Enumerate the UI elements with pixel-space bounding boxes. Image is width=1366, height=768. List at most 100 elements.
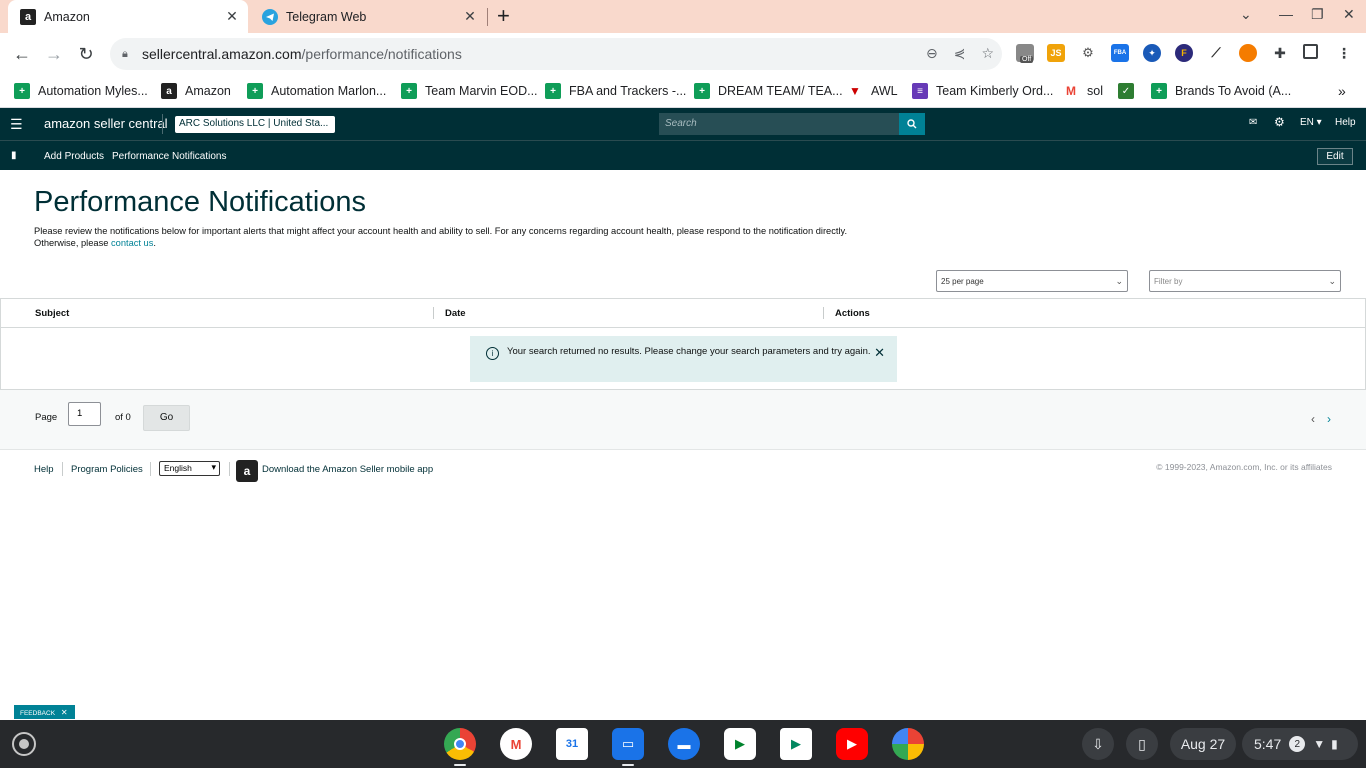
contact-us-link[interactable]: contact us [111,238,153,248]
bookmark-item[interactable]: + Brands To Avoid (A... [1151,81,1291,101]
extensions-puzzle-icon[interactable]: ✚ [1271,44,1289,62]
messages-app-icon[interactable]: ▬ [668,728,700,760]
forms-icon: ≡ [912,83,928,99]
sheets-icon: + [545,83,561,99]
clock: 5:47 [1254,736,1282,752]
column-date[interactable]: Date [445,308,466,319]
play-store-app-icon[interactable]: ▶ [780,728,812,760]
photos-app-icon[interactable] [892,728,924,760]
extension-icon[interactable]: ⟋ [1207,44,1225,62]
extension-icon[interactable] [1239,44,1257,62]
language-selector[interactable]: EN ▾ [1300,117,1322,128]
filter-select[interactable]: Filter by ⌄ [1149,270,1341,292]
bookmark-item[interactable]: Msol [1063,81,1103,101]
search-input[interactable]: Search [659,113,899,135]
address-bar[interactable]: 🔒︎ sellercentral.amazon.com/performance/… [110,38,1002,70]
seller-central-logo[interactable]: amazon seller central [44,116,168,131]
back-icon[interactable]: ← [10,42,34,66]
js-extension-icon[interactable]: JS [1047,44,1065,62]
bookmark-star-icon[interactable]: ☆ [981,45,994,62]
no-results-alert: i Your search returned no results. Pleas… [470,336,897,382]
footer-language-select[interactable]: English ▾ [159,461,220,476]
side-panel-icon[interactable] [1303,44,1318,59]
extension-icon[interactable]: F [1175,44,1193,62]
footer-help-link[interactable]: Help [34,464,54,475]
youtube-app-icon[interactable]: ▶ [836,728,868,760]
chrome-app-icon[interactable] [444,728,476,760]
menu-kebab-icon[interactable]: ⋮ [1335,44,1353,62]
go-button[interactable]: Go [143,405,190,431]
zoom-icon[interactable]: ⊖ [926,45,938,62]
fba-extension-icon[interactable]: FBA [1111,44,1129,62]
share-icon[interactable]: ⋞ [954,45,966,62]
minimize-icon[interactable]: — [1279,6,1293,22]
calendar-app-icon[interactable]: 31 [556,728,588,760]
bookmark-item[interactable]: + DREAM TEAM/ TEA... [694,81,843,101]
browser-tab-strip: a Amazon ✕ Telegram Web ✕ + ⌄ — ❐ ✕ [0,0,1366,33]
extension-icon[interactable]: ✦ [1143,44,1161,62]
bookmark-item[interactable]: ✓ [1118,81,1142,101]
holding-space-icon[interactable]: ⇩ [1082,728,1114,760]
mail-icon[interactable]: ✉ [1249,117,1257,128]
phone-hub-icon[interactable]: ▯ [1126,728,1158,760]
bookmark-item[interactable]: a Amazon [161,81,231,101]
tab-amazon[interactable]: a Amazon ✕ [8,0,248,33]
bookmark-item[interactable]: + Team Marvin EOD... [401,81,538,101]
wifi-icon: ▼ [1313,737,1326,751]
bookmark-item[interactable]: ▼ AWL [847,81,898,101]
sheets-icon: + [247,83,263,99]
reload-icon[interactable]: ↻ [74,42,98,66]
launcher-icon[interactable] [12,732,36,756]
settings-gear-icon[interactable]: ⚙ [1274,115,1285,129]
page-number-input[interactable]: 1 [68,402,101,426]
extension-icon[interactable]: ⚙ [1079,44,1097,62]
tab-title: Telegram Web [286,9,367,24]
bookmark-item[interactable]: + Automation Marlon... [247,81,386,101]
bookmark-item[interactable]: ≡ Team Kimberly Ord... [912,81,1053,101]
close-icon[interactable]: ✕ [61,708,68,717]
gmail-app-icon[interactable]: M [500,728,532,760]
close-tab-icon[interactable]: ✕ [460,8,480,25]
gmail-icon: M [1066,84,1076,98]
hamburger-menu-icon[interactable]: ☰ [10,116,23,133]
divider [229,462,230,476]
extension-bookmark-icon: ✓ [1118,83,1134,99]
tab-search-chevron-icon[interactable]: ⌄ [1240,6,1252,23]
previous-page-icon[interactable]: ‹ [1311,412,1315,426]
edit-button[interactable]: Edit [1317,148,1353,165]
column-subject[interactable]: Subject [35,308,69,319]
more-bookmarks-icon[interactable]: » [1338,81,1346,101]
download-app-link[interactable]: Download the Amazon Seller mobile app [262,464,433,475]
meet-app-icon[interactable]: ▶ [724,728,756,760]
new-tab-icon[interactable]: + [497,4,510,28]
files-app-icon[interactable]: ▭ [612,728,644,760]
help-link[interactable]: Help [1335,117,1356,128]
per-page-select[interactable]: 25 per page ⌄ [936,270,1128,292]
status-tray[interactable]: 5:47 2 ▼ ▮ [1242,728,1358,760]
column-divider [433,307,434,319]
running-indicator [622,764,634,766]
nav-add-products[interactable]: Add Products [44,151,104,162]
next-page-icon[interactable]: › [1327,412,1331,426]
bookmark-icon[interactable]: ▮ [11,150,17,161]
bookmark-item[interactable]: + FBA and Trackers -... [545,81,686,101]
notification-count-badge: 2 [1289,736,1306,752]
feedback-button[interactable]: FEEDBACK ✕ [14,705,75,719]
amazon-app-icon: a [236,460,258,482]
bookmark-item[interactable]: + Automation Myles... [14,81,148,101]
search-icon[interactable] [899,113,925,135]
lock-icon: 🔒︎ [122,47,128,60]
close-icon[interactable]: ✕ [874,345,885,361]
restore-icon[interactable]: ❐ [1311,6,1324,23]
sheets-icon: + [1151,83,1167,99]
program-policies-link[interactable]: Program Policies [71,464,143,475]
close-window-icon[interactable]: ✕ [1343,6,1355,23]
nav-performance-notifications[interactable]: Performance Notifications [112,151,227,162]
tab-telegram[interactable]: Telegram Web ✕ [250,0,486,33]
forward-icon[interactable]: → [42,42,66,66]
close-tab-icon[interactable]: ✕ [222,8,242,25]
account-switcher[interactable]: ARC Solutions LLC | United Sta... [175,116,335,133]
column-divider [823,307,824,319]
date-tray[interactable]: Aug 27 [1170,728,1236,760]
tab-title: Amazon [44,9,90,24]
